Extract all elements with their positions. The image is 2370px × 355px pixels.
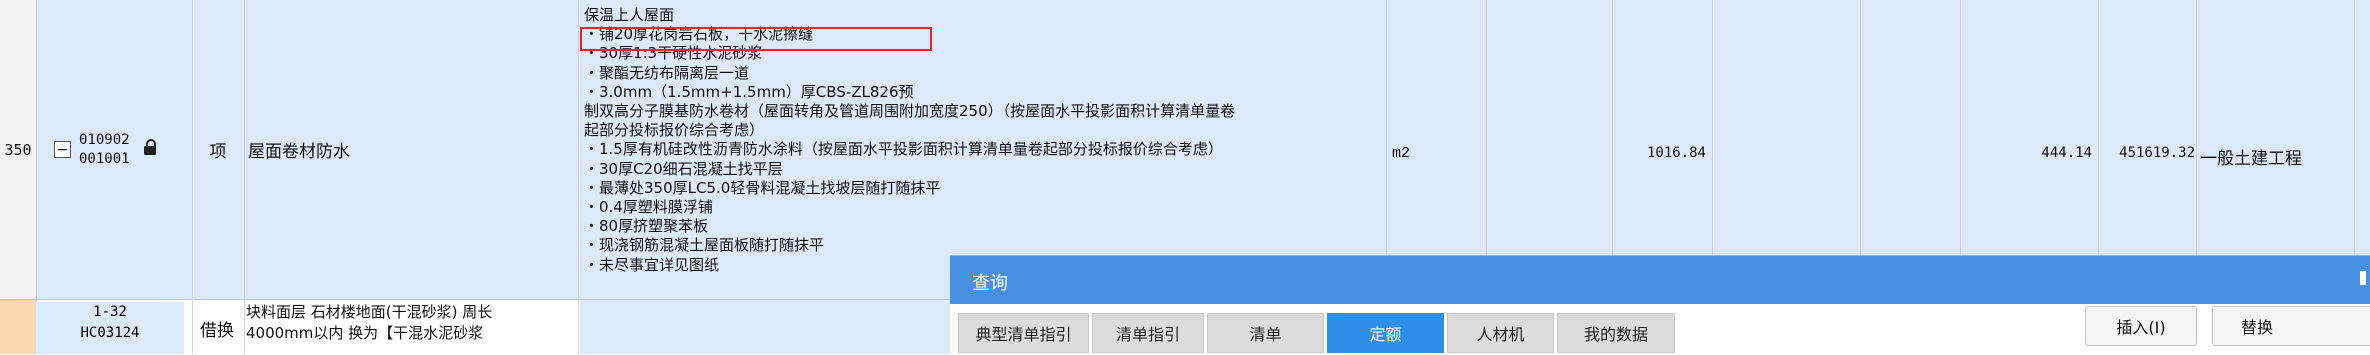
lock-icon[interactable] (143, 138, 156, 156)
code-cell[interactable]: − 010902 001001 (44, 0, 192, 299)
subitem-name-line2: 4000mm以内 换为【干混水泥砂浆 (246, 324, 484, 342)
description-line: ・3.0mm（1.5mm+1.5mm）厚CBS-ZL826预 (584, 82, 914, 101)
highlight-callout (580, 27, 932, 51)
query-panel-header[interactable]: 查询 (950, 256, 2370, 304)
query-tabs: 典型清单指引 清单指引 清单 定额 人材机 我的数据 (958, 313, 1675, 353)
subitem-name[interactable]: 块料面层 石材楼地面(干混砂浆) 周长 4000mm以内 换为【干混水泥砂浆 (246, 302, 576, 344)
panel-edge-icon[interactable] (2360, 271, 2366, 285)
subitem-name-line1: 块料面层 石材楼地面(干混砂浆) 周长 (246, 303, 493, 321)
description-line: ・现浇钢筋混凝土屋面板随打随抹平 (584, 236, 825, 255)
row-number[interactable]: 350 (0, 0, 37, 299)
item-type: 项 (209, 142, 227, 162)
item-code-line1: 010902 (79, 131, 130, 148)
item-code-line2: 001001 (79, 150, 130, 167)
item-unit: m2 (1392, 145, 1411, 162)
description-line: ・最薄处350厚LC5.0轻骨料混凝土找坡层随打随抹平 (584, 178, 941, 197)
description-line: ・聚酯无纺布隔离层一道 (584, 63, 750, 82)
item-quantity[interactable]: 1016.84 (1620, 145, 1706, 161)
item-code: 010902 001001 (79, 131, 130, 169)
collapse-icon[interactable]: − (54, 141, 71, 158)
tab-typical-list-guide[interactable]: 典型清单指引 (958, 313, 1089, 353)
description-line: 保温上人屋面 (584, 6, 675, 24)
tab-list-guide[interactable]: 清单指引 (1092, 313, 1204, 353)
subitem-description[interactable] (580, 300, 950, 354)
description-line: ・80厚挤塑聚苯板 (584, 217, 709, 236)
subitem-code-line1: 1-32 (93, 304, 127, 320)
description-line: 起部分投标报价综合考虑） (584, 121, 765, 140)
description-line: 制双高分子膜基防水卷材（屋面转角及管道周围附加宽度250）（按屋面水平投影面积计… (584, 102, 1236, 121)
subitem-type: 借换 (200, 320, 234, 341)
insert-button[interactable]: 插入(I) (2085, 306, 2197, 346)
subitem-code-line2: HC03124 (80, 325, 140, 341)
description-line: ・0.4厚塑料膜浮铺 (584, 198, 713, 217)
query-panel-title: 查询 (972, 273, 1008, 294)
description-line: ・1.5厚有机硅改性沥青防水涂料（按屋面水平投影面积计算清单量卷起部分投标报价综… (584, 140, 1223, 159)
subrow-number[interactable] (0, 300, 37, 354)
tab-list[interactable]: 清单 (1207, 313, 1324, 353)
item-total-price: 451619.32 (2119, 145, 2195, 161)
item-unit-price: 444.14 (2041, 145, 2092, 161)
replace-button[interactable]: 替换 (2212, 306, 2370, 346)
item-name[interactable]: 屋面卷材防水 (246, 0, 578, 299)
item-profession[interactable]: 一般土建工程 (2200, 144, 2302, 169)
subitem-code[interactable]: 1-32 HC03124 (36, 302, 184, 354)
tab-labor-material-machine[interactable]: 人材机 (1447, 313, 1554, 353)
description-line: ・30厚C20细石混凝土找平层 (584, 159, 783, 178)
query-panel[interactable]: 查询 典型清单指引 清单指引 清单 定额 人材机 我的数据 插入(I) 替换 (950, 255, 2370, 355)
tab-quota[interactable]: 定额 (1327, 313, 1444, 353)
tab-my-data[interactable]: 我的数据 (1557, 313, 1675, 353)
